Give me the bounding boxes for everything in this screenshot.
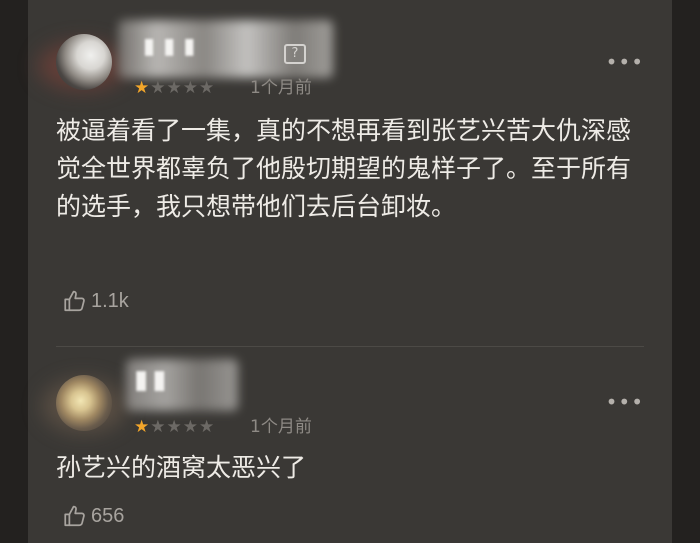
thumb-up-icon — [64, 505, 85, 527]
more-icon[interactable]: ••• — [606, 52, 644, 72]
question-badge-icon: ? — [284, 44, 306, 64]
more-icon[interactable]: ••• — [606, 392, 644, 412]
star-icon: ★ — [199, 78, 216, 98]
star-icon: ★ — [166, 417, 183, 437]
rating-stars: ★★★★★ — [134, 78, 215, 98]
comment-text: 孙艺兴的酒窝太恶兴了 — [56, 453, 307, 482]
comment-item: ▮▮▮ ? ★★★★★ 1个月前 ••• 被逼着看了一集，真的不想再看到张艺兴苦… — [28, 0, 672, 346]
star-icon: ★ — [199, 417, 216, 437]
username-obscured-glyphs: ▮▮ — [134, 365, 171, 395]
avatar[interactable] — [56, 34, 112, 90]
comment-time: 1个月前 — [250, 417, 312, 437]
like-button[interactable]: 656 — [62, 503, 124, 529]
star-icon: ★ — [166, 78, 183, 98]
comment-time: 1个月前 — [250, 78, 312, 98]
like-count: 1.1k — [91, 289, 129, 312]
avatar[interactable] — [56, 375, 112, 431]
comment-item: ▮▮ ★★★★★ 1个月前 ••• 孙艺兴的酒窝太恶兴了 656 — [28, 347, 672, 543]
star-icon: ★ — [150, 417, 167, 437]
star-icon: ★ — [150, 78, 167, 98]
comment-list: ▮▮▮ ? ★★★★★ 1个月前 ••• 被逼着看了一集，真的不想再看到张艺兴苦… — [28, 0, 672, 543]
thumb-up-icon — [64, 290, 85, 312]
star-icon: ★ — [134, 78, 151, 98]
rating-stars: ★★★★★ — [134, 417, 215, 437]
like-button[interactable]: 1.1k — [62, 288, 129, 314]
star-icon: ★ — [182, 78, 199, 98]
comment-text: 被逼着看了一集，真的不想再看到张艺兴苦大仇深感觉全世界都辜负了他殷切期望的鬼样子… — [56, 116, 632, 221]
star-icon: ★ — [182, 417, 199, 437]
star-icon: ★ — [134, 417, 151, 437]
like-count: 656 — [91, 504, 125, 527]
username-obscured-glyphs: ▮▮▮ — [143, 34, 204, 59]
